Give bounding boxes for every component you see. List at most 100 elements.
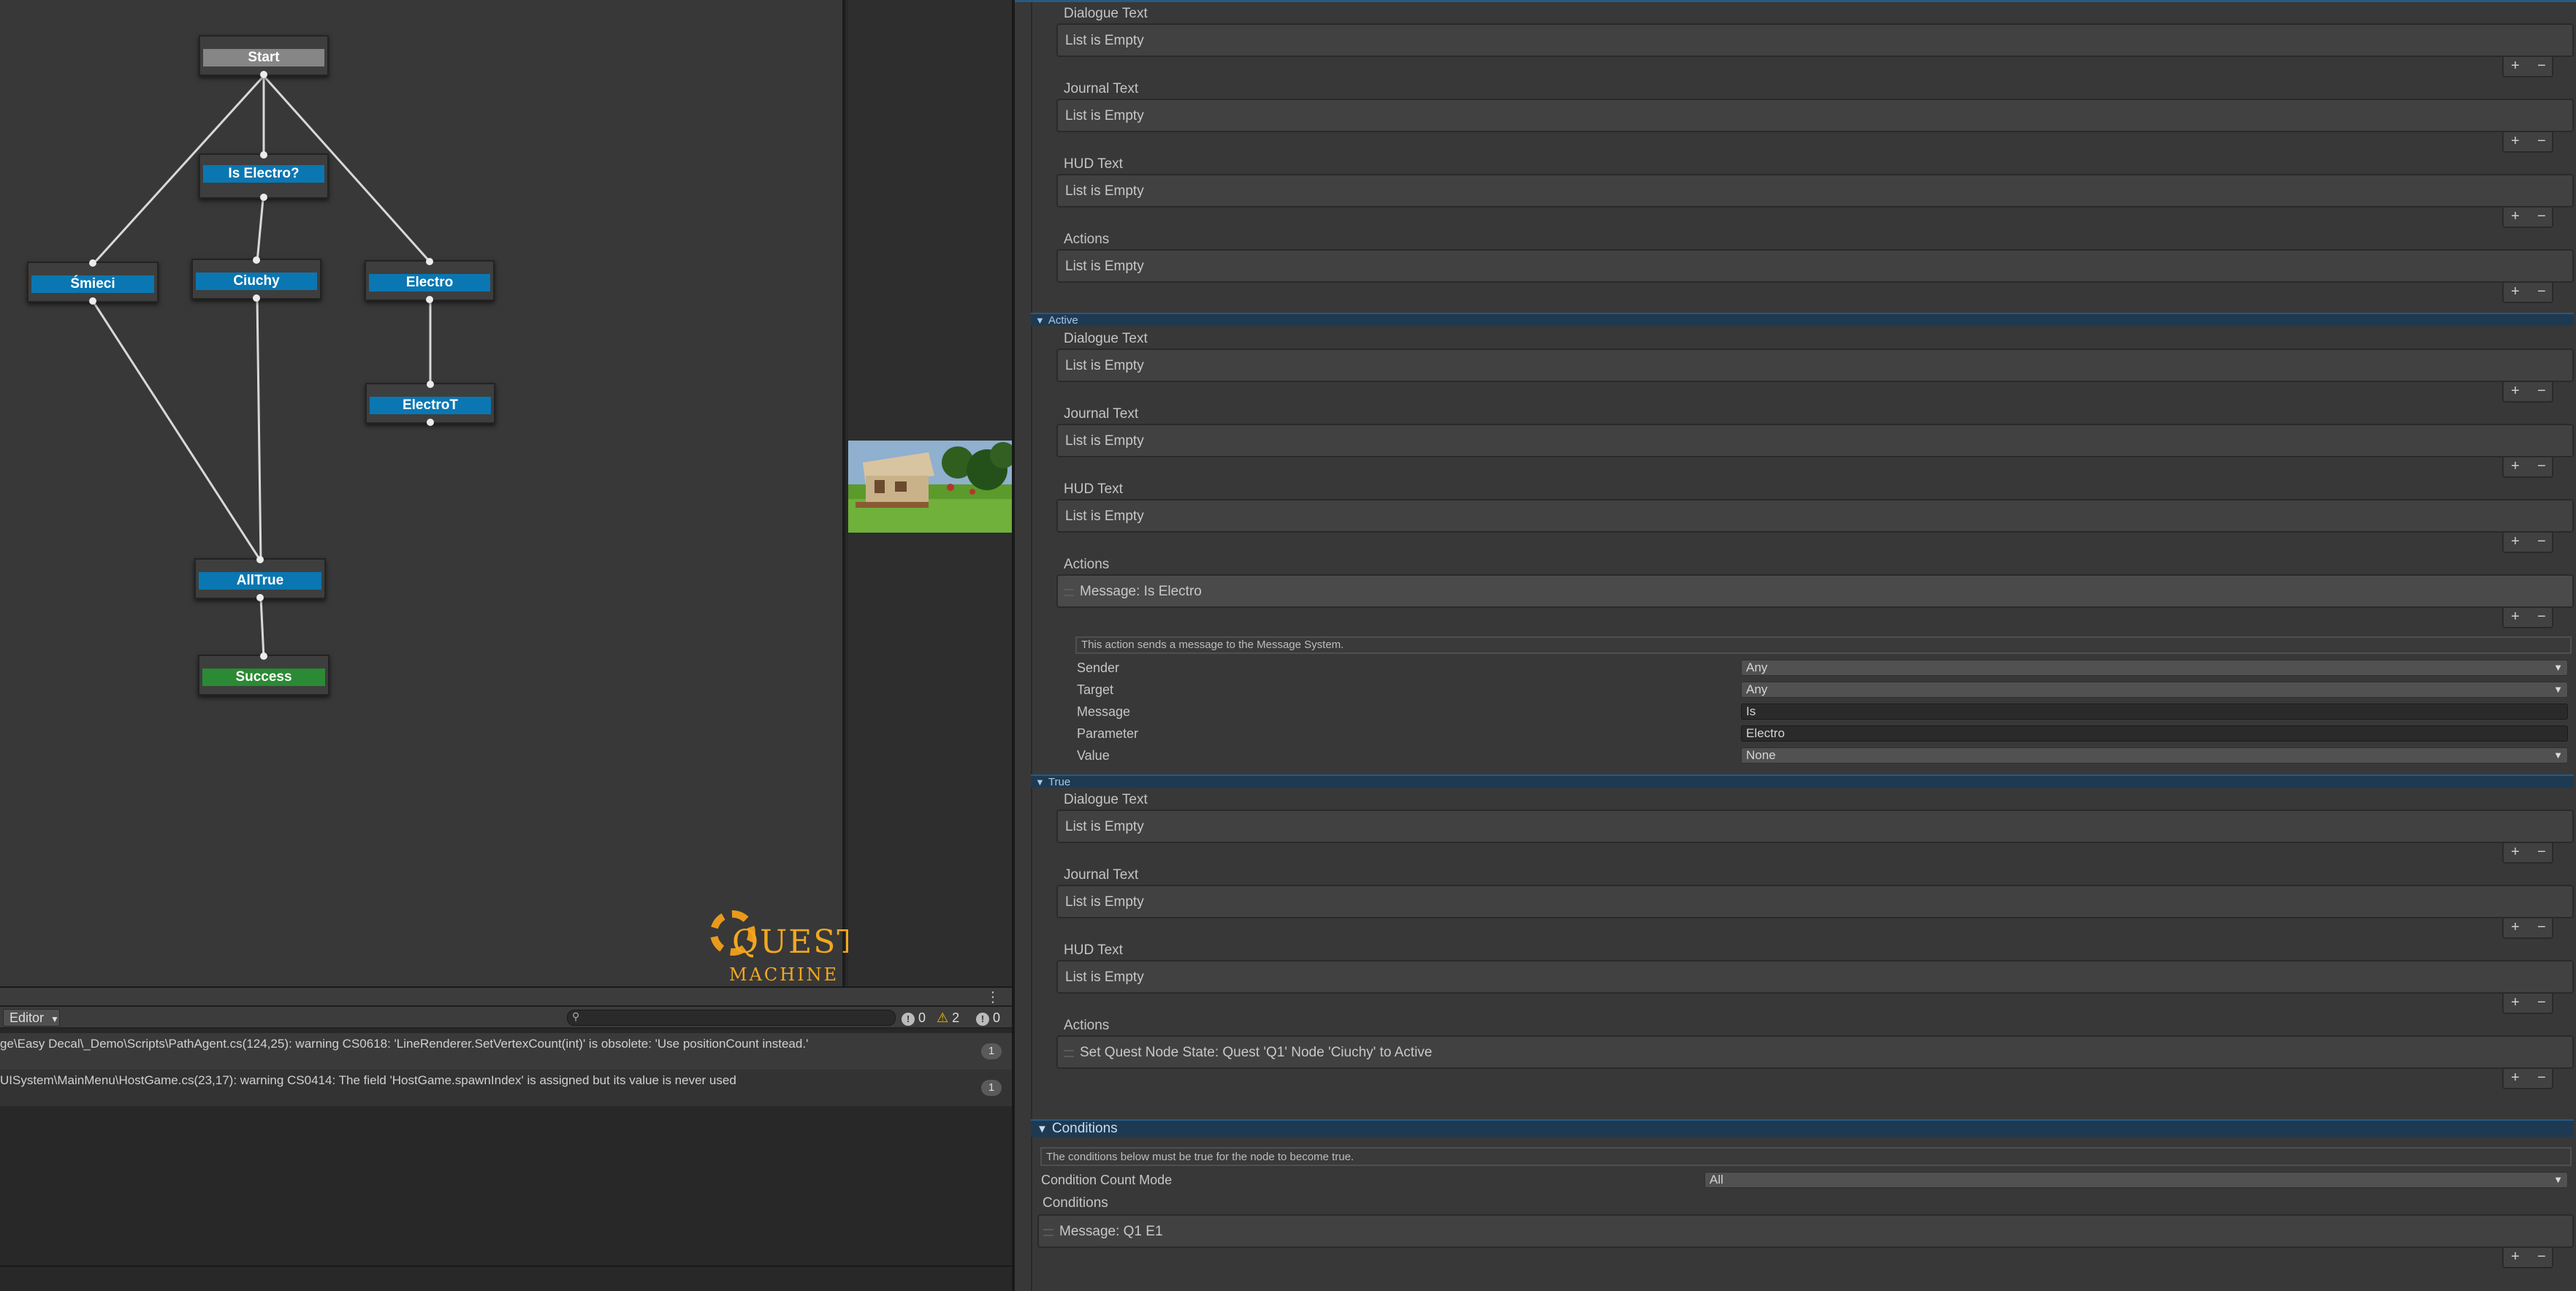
add-item-button[interactable]: +	[2511, 608, 2520, 625]
add-item-button[interactable]: +	[2511, 918, 2520, 936]
node-start-label: Start	[203, 49, 324, 66]
scene-view[interactable]	[848, 0, 1012, 986]
add-item-button[interactable]: +	[2511, 1069, 2520, 1086]
node-alltrue-out-port[interactable]	[256, 594, 264, 601]
actions-label: Actions	[1064, 1018, 1110, 1033]
quest-machine-logo: QUEST MACHINE	[707, 907, 858, 985]
conditions-hint: The conditions below must be true for th…	[1040, 1147, 2572, 1166]
condition-count-mode-label: Condition Count Mode	[1041, 1173, 1173, 1187]
target-dropdown[interactable]: Any ▼	[1741, 682, 2568, 698]
node-success-in-port[interactable]	[260, 652, 267, 660]
add-item-button[interactable]: +	[2511, 283, 2520, 300]
node-ciuchy[interactable]: Ciuchy	[191, 256, 321, 302]
remove-item-button[interactable]: −	[2537, 994, 2546, 1011]
active-section-header[interactable]: ▼ Active	[1031, 313, 2574, 327]
node-ciuchy-in-port[interactable]	[253, 256, 260, 264]
add-item-button[interactable]: +	[2511, 382, 2520, 400]
add-item-button[interactable]: +	[2511, 132, 2520, 150]
list-empty-text: List is Empty	[1065, 358, 1144, 373]
node-is-electro-out-port[interactable]	[260, 194, 267, 201]
connection-alltrue-success	[259, 597, 265, 658]
node-alltrue-in-port[interactable]	[256, 556, 264, 563]
remove-item-button[interactable]: −	[2537, 608, 2546, 625]
messages-toggle[interactable]: ! 0	[976, 1008, 1000, 1027]
message-field[interactable]: Is	[1741, 704, 2568, 720]
more-options-icon[interactable]: ⋮	[986, 988, 1000, 1006]
drag-handle-icon[interactable]	[1064, 1050, 1074, 1057]
node-is-electro-in-port[interactable]	[260, 151, 267, 159]
dialogue-text-list	[1056, 810, 2574, 843]
parameter-field[interactable]: Electro	[1741, 726, 2568, 742]
remove-item-button[interactable]: −	[2537, 132, 2546, 150]
node-is-electro[interactable]: Is Electro?	[199, 151, 329, 201]
add-item-button[interactable]: +	[2511, 57, 2520, 75]
graph-connections	[91, 75, 432, 658]
collapse-triangle-icon: ▼	[1035, 777, 1045, 788]
true-section-header[interactable]: ▼ True	[1031, 774, 2574, 788]
node-electrot-out-port[interactable]	[427, 419, 434, 426]
sender-label: Sender	[1077, 660, 1120, 675]
node-start-out-port[interactable]	[260, 71, 267, 78]
console-row[interactable]: UISystem\MainMenu\HostGame.cs(23,17): wa…	[0, 1070, 1012, 1106]
errors-toggle[interactable]: ! 0	[902, 1008, 926, 1027]
scene-thumbnail	[848, 441, 1012, 533]
journal-text-label: Journal Text	[1064, 867, 1139, 883]
list-add-remove: + −	[2502, 457, 2553, 478]
remove-item-button[interactable]: −	[2537, 382, 2546, 400]
node-ciuchy-out-port[interactable]	[253, 294, 260, 302]
remove-item-button[interactable]: −	[2537, 533, 2546, 550]
node-electrot[interactable]: ElectroT	[365, 381, 495, 426]
remove-item-button[interactable]: −	[2537, 207, 2546, 225]
node-electro-in-port[interactable]	[426, 258, 433, 265]
remove-item-button[interactable]: −	[2537, 843, 2546, 861]
remove-item-button[interactable]: −	[2537, 1069, 2546, 1086]
list-empty-text: List is Empty	[1065, 970, 1144, 985]
remove-item-button[interactable]: −	[2537, 1248, 2546, 1265]
node-electro-out-port[interactable]	[426, 296, 433, 303]
add-item-button[interactable]: +	[2511, 207, 2520, 225]
node-smieci-in-port[interactable]	[89, 259, 96, 267]
add-item-button[interactable]: +	[2511, 457, 2520, 475]
console-search-input[interactable]: ⚲	[567, 1010, 896, 1026]
add-item-button[interactable]: +	[2511, 533, 2520, 550]
add-item-button[interactable]: +	[2511, 1248, 2520, 1265]
sender-dropdown[interactable]: Any ▼	[1741, 660, 2568, 676]
chevron-down-icon: ▼	[50, 1014, 59, 1024]
add-item-button[interactable]: +	[2511, 843, 2520, 861]
console-mode-dropdown[interactable]: Editor ▼	[3, 1009, 60, 1027]
node-alltrue[interactable]: AllTrue	[194, 556, 326, 601]
conditions-list-label: Conditions	[1043, 1195, 1108, 1211]
node-smieci[interactable]: Śmieci	[27, 259, 159, 305]
node-electro[interactable]: Electro	[365, 258, 495, 303]
drag-handle-icon[interactable]	[1043, 1229, 1053, 1236]
action-hint: This action sends a message to the Messa…	[1075, 636, 2572, 654]
quest-graph-canvas[interactable]: Start Is Electro? Śmieci Ciuchy Electro …	[0, 0, 858, 986]
condition-count-mode-dropdown[interactable]: All ▼	[1704, 1172, 2568, 1188]
conditions-section-header[interactable]: ▼ Conditions	[1031, 1119, 2574, 1137]
warnings-toggle[interactable]: ⚠ 2	[937, 1008, 959, 1027]
value-label: Value	[1077, 748, 1110, 763]
remove-item-button[interactable]: −	[2537, 918, 2546, 936]
remove-item-button[interactable]: −	[2537, 57, 2546, 75]
console-toolbar: Editor ▼ ⚲ ! 0 ⚠ 2 ! 0	[0, 1007, 1012, 1029]
node-smieci-out-port[interactable]	[89, 297, 96, 305]
node-start[interactable]: Start	[199, 35, 329, 78]
remove-item-button[interactable]: −	[2537, 457, 2546, 475]
action-item-message[interactable]: Message: Is Electro	[1080, 584, 1202, 600]
collapse-triangle-icon: ▼	[1035, 315, 1045, 326]
console-row[interactable]: ge\Easy Decal\_Demo\Scripts\PathAgent.cs…	[0, 1033, 1012, 1070]
value-dropdown[interactable]: None ▼	[1741, 747, 2568, 763]
node-success[interactable]: Success	[198, 652, 329, 696]
hud-text-list	[1056, 499, 2574, 533]
action-item-set-node-state[interactable]: Set Quest Node State: Quest 'Q1' Node 'C…	[1080, 1045, 1432, 1061]
condition-item-message[interactable]: Message: Q1 E1	[1059, 1224, 1163, 1240]
node-is-electro-label: Is Electro?	[203, 165, 324, 183]
remove-item-button[interactable]: −	[2537, 283, 2546, 300]
logo-line-1: QUEST	[732, 923, 860, 961]
connection-is-electro-ciuchy	[256, 191, 265, 262]
add-item-button[interactable]: +	[2511, 994, 2520, 1011]
node-electrot-in-port[interactable]	[427, 381, 434, 388]
drag-handle-icon[interactable]	[1064, 589, 1074, 596]
hud-text-list	[1056, 960, 2574, 994]
target-label: Target	[1077, 682, 1114, 697]
